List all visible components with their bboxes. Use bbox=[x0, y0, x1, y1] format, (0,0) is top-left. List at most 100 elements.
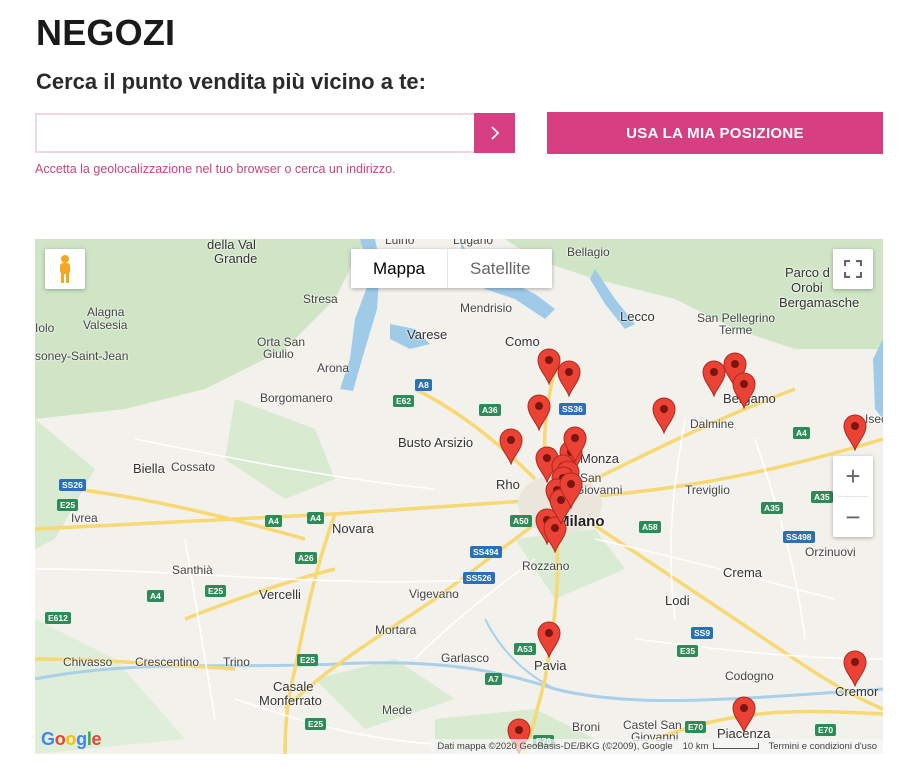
road-shield: E612 bbox=[45, 612, 71, 624]
place-label: Lecco bbox=[620, 309, 655, 324]
road-shield: A53 bbox=[514, 643, 536, 655]
place-label: Valsesia bbox=[83, 318, 128, 332]
place-label: Crescentino bbox=[135, 655, 200, 669]
zoom-in-button[interactable]: + bbox=[833, 456, 873, 496]
map-pin-icon bbox=[499, 428, 523, 466]
store-marker[interactable] bbox=[842, 649, 868, 688]
road-shield: A50 bbox=[510, 515, 532, 527]
place-label: Borgomanero bbox=[260, 391, 333, 405]
place-label: Casale bbox=[273, 679, 314, 694]
map-terms-link[interactable]: Termini e condizioni d'uso bbox=[769, 741, 877, 752]
map-pin-icon bbox=[537, 621, 561, 659]
place-label: Vigevano bbox=[409, 587, 459, 601]
google-logo[interactable]: Google bbox=[41, 729, 102, 750]
fullscreen-icon bbox=[844, 260, 862, 278]
place-label: Orzinuovi bbox=[805, 545, 856, 559]
map-pin-icon bbox=[843, 650, 867, 688]
road-shield: A8 bbox=[415, 379, 432, 391]
road-shield: A4 bbox=[265, 515, 282, 527]
store-marker[interactable] bbox=[731, 371, 757, 410]
place-label: Giulio bbox=[263, 347, 294, 361]
store-marker[interactable] bbox=[556, 359, 582, 398]
road-shield: A4 bbox=[793, 427, 810, 439]
place-label: Novara bbox=[332, 521, 374, 536]
road-shield: A4 bbox=[307, 512, 324, 524]
road-shield: SS36 bbox=[559, 403, 586, 415]
road-shield: A4 bbox=[147, 590, 164, 602]
store-marker[interactable] bbox=[558, 471, 584, 510]
place-label: Iolo bbox=[35, 321, 55, 335]
use-my-location-button[interactable]: USA LA MIA POSIZIONE bbox=[547, 112, 883, 154]
map-type-satellite[interactable]: Satellite bbox=[446, 249, 553, 288]
place-label: Bellagio bbox=[567, 245, 610, 259]
place-label: Treviglio bbox=[685, 483, 730, 497]
place-label: Broni bbox=[572, 720, 601, 734]
zoom-control: + − bbox=[833, 456, 873, 537]
place-label: Chivasso bbox=[63, 655, 113, 669]
road-shield: E25 bbox=[57, 499, 79, 511]
place-label: Stresa bbox=[303, 292, 338, 306]
road-shield: A36 bbox=[479, 404, 501, 416]
road-shield: SS498 bbox=[783, 531, 815, 543]
store-marker[interactable] bbox=[651, 396, 677, 435]
map-pin-icon bbox=[652, 397, 676, 435]
store-marker[interactable] bbox=[731, 695, 757, 734]
place-label: Lugano bbox=[453, 239, 494, 247]
place-label: Santhià bbox=[172, 563, 213, 577]
store-marker[interactable] bbox=[842, 413, 868, 452]
road-shield: A7 bbox=[485, 673, 502, 685]
place-label: Rozzano bbox=[522, 559, 570, 573]
place-label: Grande bbox=[214, 251, 258, 266]
store-marker[interactable] bbox=[498, 427, 524, 466]
place-label: Parco d bbox=[785, 265, 830, 280]
place-label: Crema bbox=[723, 565, 763, 580]
map-type-control: Mappa Satellite bbox=[351, 249, 553, 288]
map-pin-icon bbox=[559, 472, 583, 510]
place-label: Alagna bbox=[87, 305, 125, 319]
place-label: Codogno bbox=[725, 669, 774, 683]
road-shield: SS26 bbox=[59, 479, 86, 491]
road-shield: SS494 bbox=[470, 546, 502, 558]
place-label: Rho bbox=[496, 477, 520, 492]
road-shield: SS9 bbox=[691, 627, 714, 639]
road-shield: E70 bbox=[685, 721, 707, 733]
road-shield: A26 bbox=[295, 552, 317, 564]
map-pin-icon bbox=[732, 372, 756, 410]
place-label: Trino bbox=[223, 655, 250, 669]
search-button[interactable] bbox=[474, 113, 515, 153]
store-marker[interactable] bbox=[526, 393, 552, 432]
map-pin-icon bbox=[732, 696, 756, 734]
road-shield: E62 bbox=[393, 395, 415, 407]
search-input[interactable] bbox=[35, 113, 475, 153]
place-label: Biella bbox=[133, 461, 165, 476]
store-map[interactable]: della Val Grande Luino Lugano Bellagio P… bbox=[35, 239, 883, 754]
page-subtitle: Cerca il punto vendita più vicino a te: bbox=[36, 69, 426, 94]
place-label: Dalmine bbox=[690, 417, 735, 431]
map-pin-icon bbox=[563, 426, 587, 464]
map-pin-icon bbox=[557, 360, 581, 398]
road-shield: E25 bbox=[297, 654, 319, 666]
place-label: Arona bbox=[317, 361, 350, 375]
road-shield: A58 bbox=[639, 521, 661, 533]
road-shield: A35 bbox=[811, 491, 833, 503]
place-label: Mendrisio bbox=[460, 301, 513, 315]
place-label: Luino bbox=[385, 239, 415, 247]
place-label: Cossato bbox=[171, 460, 216, 474]
road-shield: E25 bbox=[205, 585, 227, 597]
road-shield: E35 bbox=[677, 645, 699, 657]
road-shield: A35 bbox=[761, 502, 783, 514]
map-attribution: Dati mappa ©2020 GeoBasis-DE/BKG (©2009)… bbox=[437, 741, 673, 752]
store-marker[interactable] bbox=[536, 620, 562, 659]
map-pin-icon bbox=[527, 394, 551, 432]
map-pin-icon bbox=[843, 414, 867, 452]
store-marker[interactable] bbox=[562, 425, 588, 464]
place-label: Terme bbox=[719, 323, 753, 337]
zoom-out-button[interactable]: − bbox=[833, 497, 873, 537]
place-label: Monferrato bbox=[259, 693, 322, 708]
street-view-pegman[interactable] bbox=[45, 249, 85, 289]
fullscreen-button[interactable] bbox=[833, 249, 873, 289]
place-label: Busto Arsizio bbox=[398, 435, 474, 450]
place-label: Ivrea bbox=[71, 511, 98, 525]
map-type-mappa[interactable]: Mappa bbox=[351, 249, 447, 288]
place-label: Mede bbox=[382, 703, 413, 717]
